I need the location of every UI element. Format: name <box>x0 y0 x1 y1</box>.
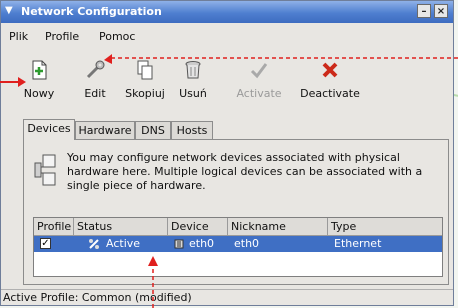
network-devices-icon <box>34 154 56 186</box>
delete-button[interactable]: Usuń <box>167 53 219 111</box>
copy-button[interactable]: Skopiuj <box>119 53 171 111</box>
col-device[interactable]: Device <box>168 218 228 236</box>
device-cell: eth0 <box>189 237 215 250</box>
activate-label: Activate <box>236 87 282 100</box>
activate-icon <box>250 63 268 79</box>
nickname-cell: eth0 <box>234 237 260 250</box>
menu-pomoc[interactable]: Pomoc <box>99 30 135 43</box>
new-label: Nowy <box>23 87 55 100</box>
menu-bar: Plik Profile Pomoc <box>1 27 453 47</box>
tab-dns[interactable]: DNS <box>135 121 171 139</box>
tab-hardware[interactable]: Hardware <box>75 121 135 139</box>
type-cell: Ethernet <box>334 237 382 250</box>
edit-button[interactable]: Edit <box>69 53 121 111</box>
new-icon <box>32 60 47 80</box>
col-profile[interactable]: Profile <box>34 218 74 236</box>
profile-checkbox[interactable]: ✓ <box>40 238 51 249</box>
tab-hosts[interactable]: Hosts <box>171 121 213 139</box>
active-status-icon <box>89 239 99 249</box>
status-cell: Active <box>106 237 141 250</box>
edit-label: Edit <box>84 87 106 100</box>
toolbar: Nowy Edit Skopiuj Usuń Activate Deactiva… <box>1 53 453 111</box>
network-config-window: ▼ Network Configuration – × Plik Profile… <box>0 0 454 306</box>
menu-profile[interactable]: Profile <box>45 30 79 43</box>
ethernet-icon <box>174 239 184 249</box>
info-text: You may configure network devices associ… <box>67 151 423 192</box>
window-menu-icon[interactable]: ▼ <box>5 5 13 16</box>
close-button[interactable]: × <box>434 4 448 18</box>
copy-label: Skopiuj <box>125 87 165 100</box>
deactivate-label: Deactivate <box>300 87 360 100</box>
window-title: Network Configuration <box>21 5 162 18</box>
copy-icon <box>137 60 153 80</box>
deactivate-icon <box>322 62 338 78</box>
col-nickname[interactable]: Nickname <box>228 218 328 236</box>
table-row[interactable]: ✓ Active eth0 eth0 Ethernet <box>34 236 442 252</box>
delete-label: Usuń <box>179 87 207 100</box>
delete-icon <box>185 61 201 79</box>
edit-icon <box>86 60 105 79</box>
menu-plik[interactable]: Plik <box>9 30 28 43</box>
title-bar[interactable]: ▼ Network Configuration – × <box>1 1 453 23</box>
activate-button[interactable]: Activate <box>227 53 291 111</box>
devices-table[interactable]: Profile Status Device Nickname Type ✓ Ac… <box>33 217 443 277</box>
new-button[interactable]: Nowy <box>13 53 65 111</box>
status-bar: Active Profile: Common (modified) <box>1 289 453 307</box>
tab-devices[interactable]: Devices <box>23 119 75 140</box>
deactivate-button[interactable]: Deactivate <box>295 53 365 111</box>
col-status[interactable]: Status <box>74 218 168 236</box>
col-type[interactable]: Type <box>328 218 442 236</box>
minimize-button[interactable]: – <box>417 4 431 18</box>
